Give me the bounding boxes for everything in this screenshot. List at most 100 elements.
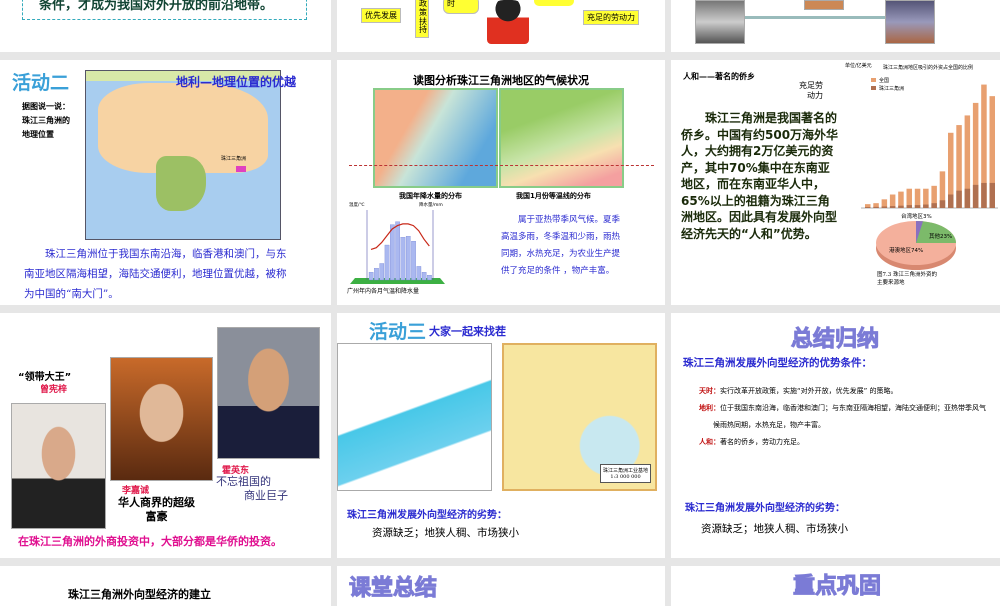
legend-label: 全国 xyxy=(879,77,889,84)
body-text: 资源缺乏；地狭人稠、市场狭小 xyxy=(701,523,848,535)
temperature-map xyxy=(499,88,624,188)
precip-bar xyxy=(411,240,416,281)
precipitation-map xyxy=(373,88,498,188)
bar-prd xyxy=(964,188,971,208)
list-item: 天时：实行改革开放政策，实施“对外开放，优先发展” 的策略。 xyxy=(699,387,898,395)
map-caption: 我国1月份等温线的分布 xyxy=(516,192,591,200)
box-label: 时 xyxy=(443,0,479,14)
precip-bar xyxy=(421,272,427,281)
photo xyxy=(804,0,844,10)
speech-bubble xyxy=(534,0,574,6)
heading: 珠江三角洲发展外向型经济的优势条件： xyxy=(683,357,872,369)
bar-prd xyxy=(914,205,921,208)
precip-bar xyxy=(384,244,390,281)
bar-prd xyxy=(898,205,904,208)
chart-caption: 广州年内各月气温和降水量 xyxy=(347,287,419,295)
labor-label: 充足劳 动力 xyxy=(799,81,823,100)
body-text: 珠江三角洲是我国著名的侨乡。中国有约500万海外华人，大约拥有2万亿美元的资产，… xyxy=(681,111,839,241)
box-label: 充足的劳动力 xyxy=(583,10,639,25)
asia-map: 珠江三角洲 xyxy=(85,70,281,240)
slide-thumbnail-12[interactable]: 重点巩固 xyxy=(671,566,1000,606)
slide-thumbnail-5[interactable]: 读图分析珠江三角洲地区的气候状况 我国年降水量的分布 我国1月份等温线的分布 温… xyxy=(337,60,665,305)
slide-title: 总结归纳 xyxy=(790,327,880,353)
precip-bar xyxy=(395,221,400,281)
precip-bar xyxy=(374,268,379,281)
footer-text: 在珠江三角洲的外商投资中，大部分都是华侨的投资。 xyxy=(18,535,282,548)
temperature-line xyxy=(370,223,430,250)
pie-label: 台湾地区3% xyxy=(901,212,932,220)
y1-label: 温度/℃ xyxy=(349,201,365,208)
legend-label: 珠江三角洲 xyxy=(879,85,904,92)
pie-label: 其他23% xyxy=(929,232,952,240)
person-desc: 华人商界的超级 富豪 xyxy=(118,496,195,523)
slide-thumbnail-10[interactable]: 珠江三角洲外向型经济的建立 xyxy=(0,566,331,606)
slide-thumbnail-4[interactable]: 活动二 据图说一说： 珠江三角洲的 地理位置 珠江三角洲 地利—地理位置的优越 珠江… xyxy=(0,60,331,305)
slide-thumbnail-3[interactable] xyxy=(671,0,1000,52)
climate-chart: 温度/℃ 降水量/mm 广州年内各月气温和降水量 xyxy=(347,201,445,295)
box-label: 政策扶持 xyxy=(415,0,429,38)
city-photo xyxy=(885,0,935,44)
slide-thumbnail-9[interactable]: 总结归纳 珠江三角洲发展外向型经济的优势条件： 天时：实行改革开放政策，实施“对… xyxy=(671,313,1000,558)
y2-label: 降水量/mm xyxy=(419,201,443,208)
bar-prd xyxy=(981,182,987,208)
slide-thumbnail-6[interactable]: 人和——著名的侨乡 充足劳 动力 珠江三角洲是我国著名的侨乡。中国有约500万海外… xyxy=(671,60,1000,305)
slide-thumbnail-11[interactable]: 课堂总结 xyxy=(337,566,665,606)
body-text: 资源缺乏；地狭人稠、市场狭小 xyxy=(372,527,519,539)
slide-text: 条件，才成为我国对外开放的前沿地带。 xyxy=(22,0,307,20)
slide-thumbnail-8[interactable]: 活动三 大家一起来找茬 珠江三角洲工业基地 1:3 000 000 珠江三角洲发展… xyxy=(337,313,665,558)
bar-prd xyxy=(939,200,946,208)
investment-bar-chart: 单位/亿美元 珠江三角洲地区吸引的外资占全国的比例全国珠江三角洲 xyxy=(845,62,998,209)
precip-bar xyxy=(427,274,432,281)
person-name: 曾宪梓 xyxy=(40,385,68,395)
portrait-photo xyxy=(110,357,213,481)
axis-unit: 单位/亿美元 xyxy=(845,62,872,69)
chart-title: 珠江三角洲地区吸引的外资占全国的比例 xyxy=(883,64,973,71)
pearl-river-map: 珠江三角洲工业基地 1:3 000 000 xyxy=(502,343,657,491)
precip-bar xyxy=(368,272,374,281)
body-text: 属于亚热带季风气候。夏季高温多雨，冬季温和少雨，雨热同期，水热充足，为农业生产提… xyxy=(501,215,621,276)
slide-thumbnail-2[interactable]: 优先发展 政策扶持 时 充足的劳动力 xyxy=(337,0,665,52)
person-desc: 不忘祖国的 商业巨子 xyxy=(216,475,288,502)
divider xyxy=(745,16,885,19)
heading: 珠江三角洲发展外向型经济的劣势： xyxy=(347,510,507,521)
bar-national xyxy=(898,191,904,208)
bar-prd xyxy=(931,203,937,208)
bar-prd xyxy=(865,207,871,208)
pie-label: 港澳地区74% xyxy=(889,246,923,254)
person-name: 李嘉诚 xyxy=(122,486,150,496)
slide-title: 读图分析珠江三角洲地区的气候状况 xyxy=(413,74,589,87)
list-item: 人和：著名的侨乡，劳动力充足。 xyxy=(699,438,804,446)
slide-title: 课堂总结 xyxy=(348,576,438,602)
liaodong-map xyxy=(337,343,492,491)
slide-thumbnail-7[interactable]: “领带大王” 曾宪梓 李嘉诚 华人商界的超级 富豪 霍英东 不忘祖国的 商业巨子 在… xyxy=(0,313,331,558)
prompt-text: 据图说一说： 珠江三角洲的 地理位置 xyxy=(22,102,70,139)
bar-prd xyxy=(972,184,979,208)
precip-bar xyxy=(379,263,385,281)
bar-prd xyxy=(906,205,912,208)
nickname-label: “领带大王” xyxy=(18,372,72,383)
body-text: 珠江三角洲位于我国东南沿海，临香港和澳门，与东南亚地区隔海相望，海陆交通便利，地… xyxy=(24,248,287,300)
portrait-photo xyxy=(11,403,106,529)
list-item: 地利：位于我国东南沿海，临香港和澳门；与东南亚隔海相望，海陆交通便利；亚热带季风… xyxy=(699,404,986,429)
bar-prd xyxy=(873,206,879,208)
precip-bar xyxy=(390,224,395,281)
bar-prd xyxy=(889,206,896,208)
slide-thumbnail-1[interactable]: 条件，才成为我国对外开放的前沿地带。 xyxy=(0,0,331,52)
legend-swatch xyxy=(871,86,876,90)
legend-swatch xyxy=(871,78,876,82)
city-photo xyxy=(695,0,745,44)
bar-prd xyxy=(881,206,888,208)
heading: 人和——著名的侨乡 xyxy=(683,72,755,81)
slide-title: 重点巩固 xyxy=(792,574,882,600)
bar-prd xyxy=(948,194,954,208)
bar-national xyxy=(889,194,896,208)
slide-title: 地利—地理位置的优越 xyxy=(176,75,297,89)
bar-prd xyxy=(956,190,962,208)
bar-prd xyxy=(989,182,995,208)
precip-bar xyxy=(416,266,422,281)
portrait-photo xyxy=(217,327,320,459)
slide-title: 大家一起来找茬 xyxy=(429,325,506,338)
precip-bar xyxy=(400,237,406,281)
tropic-line xyxy=(349,165,654,166)
bar-prd xyxy=(923,204,929,208)
